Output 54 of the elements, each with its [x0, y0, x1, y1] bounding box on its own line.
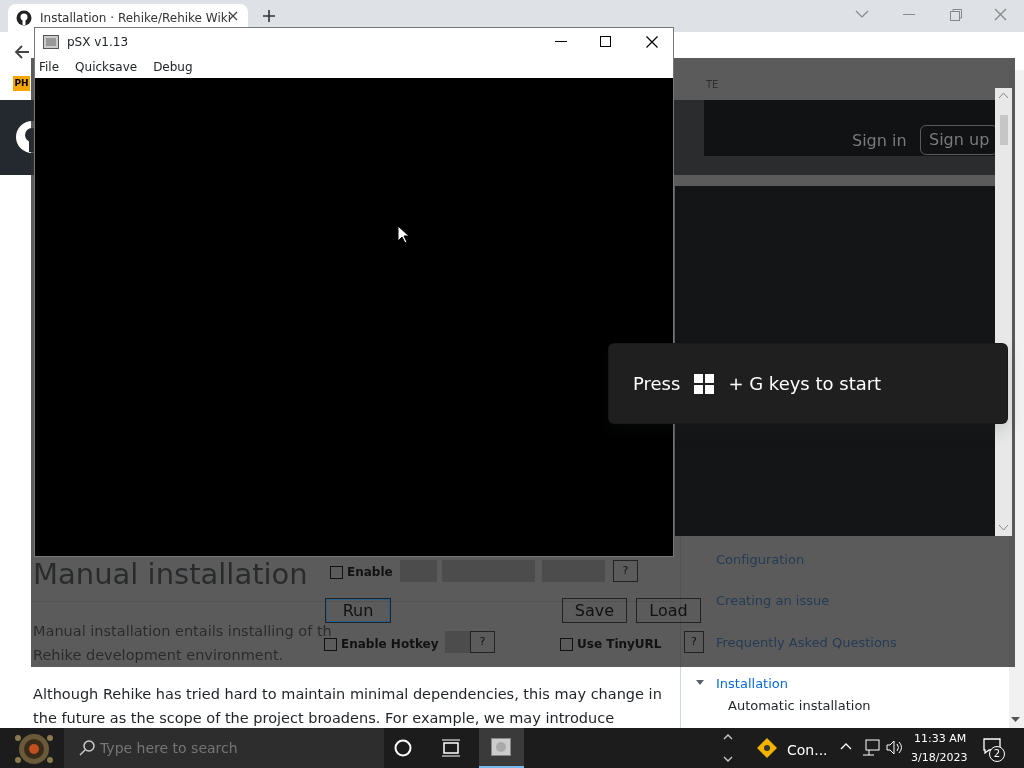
windows-logo-icon — [694, 373, 715, 394]
panel-button[interactable]: Run — [325, 598, 391, 623]
cortana-icon[interactable] — [394, 739, 412, 757]
app-icon — [491, 738, 511, 756]
tab-title: Installation · Rehike/Rehike Wiki — [40, 10, 230, 27]
window-title: pSX v1.13 — [67, 33, 129, 51]
plus-icon[interactable] — [262, 9, 276, 23]
help-button[interactable]: ? — [613, 560, 638, 582]
scroll-down-icon[interactable] — [999, 525, 1008, 531]
toast-text: + G keys to start — [728, 372, 882, 396]
network-icon[interactable] — [862, 739, 880, 756]
paragraph-line: Although Rehike has tried hard to maintain minimal dependencies, this may change in — [33, 685, 662, 704]
menu-item[interactable]: Debug — [153, 57, 193, 76]
minimize-icon[interactable] — [555, 41, 567, 43]
mouse-cursor-icon — [397, 225, 409, 244]
back-arrow-icon[interactable] — [14, 44, 30, 60]
scroll-down-icon[interactable] — [1011, 717, 1020, 723]
clock-time[interactable]: 11:33 AM — [914, 731, 967, 747]
sidebar-link[interactable]: Installation — [716, 674, 788, 694]
toast-text: Press — [633, 372, 681, 396]
github-icon — [16, 10, 32, 26]
panel-button[interactable]: Save — [562, 598, 627, 623]
menu-item[interactable]: Quicksave — [75, 57, 138, 76]
warning-sign-icon[interactable] — [757, 738, 777, 758]
panel-button[interactable]: Load — [636, 598, 701, 623]
header-link[interactable]: Sign in — [852, 129, 907, 153]
up-down-arrows-icon[interactable] — [723, 733, 733, 763]
caret-down-icon[interactable] — [696, 680, 704, 686]
checkbox[interactable]: Enable Hotkey — [324, 635, 439, 653]
chevron-up-icon[interactable] — [840, 742, 852, 750]
close-icon[interactable] — [228, 11, 238, 21]
search-icon — [79, 740, 95, 756]
search-field[interactable]: Type here to search — [64, 728, 384, 768]
volume-icon[interactable] — [886, 740, 904, 755]
help-button[interactable]: ? — [684, 631, 704, 653]
start-orb-icon[interactable] — [12, 732, 56, 766]
checkbox[interactable]: Enable — [330, 563, 393, 581]
input-field[interactable] — [445, 631, 470, 653]
menu-item[interactable]: File — [39, 57, 60, 76]
task-view-icon[interactable] — [442, 739, 460, 757]
maximize-icon[interactable] — [600, 36, 611, 47]
sidebar-link[interactable]: Automatic installation — [728, 696, 871, 716]
tray-app-label[interactable]: Con... — [787, 741, 828, 761]
scroll-thumb-icon[interactable] — [1000, 115, 1008, 145]
restore-icon[interactable] — [950, 9, 962, 21]
checkbox[interactable]: Use TinyURL — [560, 635, 662, 653]
help-button[interactable]: ? — [470, 631, 495, 653]
app-icon — [43, 34, 59, 49]
close-icon[interactable] — [646, 36, 658, 48]
scroll-up-icon[interactable] — [999, 93, 1008, 99]
clock-date[interactable]: 3/18/2023 — [911, 750, 968, 766]
chevron-down-icon[interactable] — [855, 9, 869, 19]
bookmark-icon[interactable]: PH — [13, 76, 30, 91]
paragraph-line: the future as the scope of the project broadens. For example, we may introduce — [33, 709, 615, 728]
